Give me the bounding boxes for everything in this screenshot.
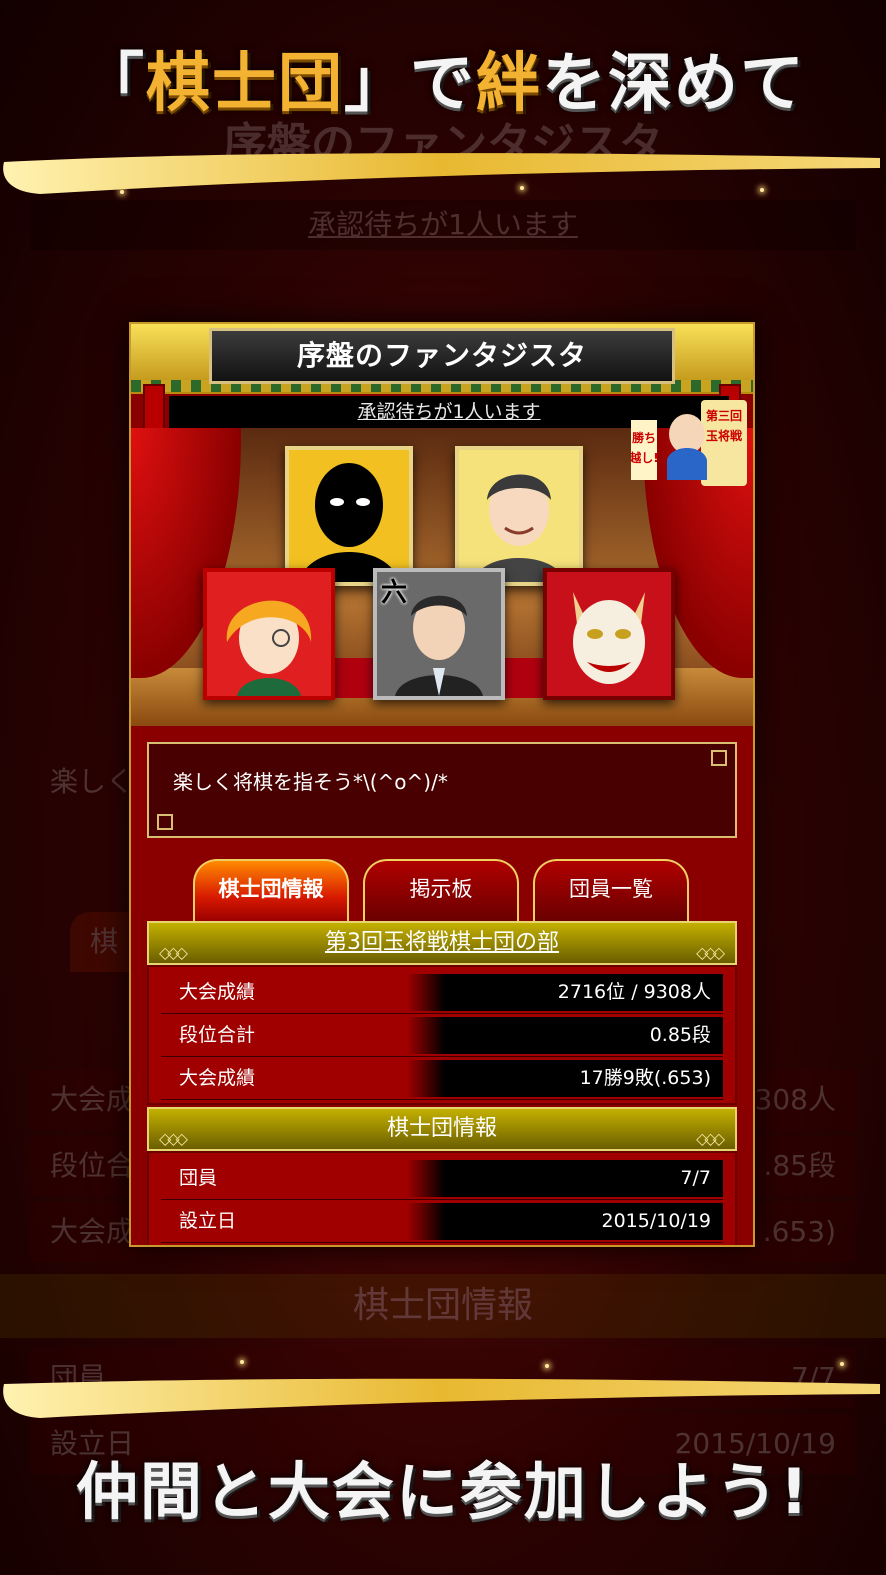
clan-name-title: 序盤のファンタジスタ: [209, 328, 675, 384]
promo-headline-top: 「棋士団」で絆を深めて: [80, 47, 806, 121]
svg-text:第三回: 第三回: [706, 408, 742, 423]
tournament-section-heading[interactable]: ◇◇◇ 第3回玉将戦棋士団の部 ◇◇◇: [147, 921, 737, 965]
sparkle: [840, 1362, 844, 1366]
stat-label: 大会成績: [179, 981, 256, 1003]
stat-value: 2716位 / 9308人: [557, 981, 711, 1003]
stat-value: 0.85段: [649, 1024, 711, 1046]
member-avatar-silhouette[interactable]: [285, 446, 413, 586]
info-stats: 団員 7/7 設立日 2015/10/19: [147, 1151, 737, 1245]
gold-brush-stroke-bottom: [3, 1378, 880, 1418]
svg-text:玉将戦: 玉将戦: [706, 428, 743, 443]
clan-motto: 楽しく将棋を指そう*\(^o^)/*: [147, 742, 737, 838]
silhouette-icon: [289, 450, 409, 582]
stat-label: 大会成績: [179, 1067, 256, 1089]
info-heading-text: 棋士団情報: [386, 1116, 497, 1141]
stat-row: 大会成績 2716位 / 9308人: [161, 971, 723, 1014]
stat-label: 設立日: [179, 1210, 237, 1232]
sparkle: [240, 1360, 244, 1364]
bg-section-heading: 棋士団情報: [0, 1274, 886, 1338]
stat-row: 設立日 2015/10/19: [161, 1200, 723, 1243]
corner-ornament: [711, 750, 727, 766]
member-avatar-blond-anime[interactable]: [203, 568, 335, 700]
info-section-heading: ◇◇◇ 棋士団情報 ◇◇◇: [147, 1107, 737, 1151]
anime-boy-icon: [207, 572, 331, 696]
sparkle: [760, 188, 764, 192]
member-avatar-man-smiling[interactable]: [455, 446, 583, 586]
svg-text:勝ち: 勝ち: [632, 430, 656, 445]
stat-value: 7/7: [680, 1167, 711, 1189]
stat-label: 団員: [179, 1167, 218, 1189]
stat-value: 2015/10/19: [601, 1210, 711, 1232]
gold-brush-stroke-top: [3, 153, 880, 194]
sparkle: [120, 190, 124, 194]
man-portrait-icon: [459, 450, 579, 582]
stat-value-bg: [407, 1160, 723, 1197]
tournament-winning-badge-icon: 第三回 玉将戦 勝ち 越し!: [631, 400, 747, 486]
member-avatar-rank-six[interactable]: 六: [373, 568, 505, 700]
tab-member-list[interactable]: 団員一覧: [533, 859, 689, 921]
hannya-mask-icon: [547, 572, 671, 696]
stat-label: 段位合計: [179, 1024, 256, 1046]
stat-row: 段位合計 0.85段: [161, 1014, 723, 1057]
corner-ornament: [157, 814, 173, 830]
stat-row: 団員 7/7: [161, 1157, 723, 1200]
clan-card: 序盤のファンタジスタ 承認待ちが1人います 六 第三回 玉将戦 勝ち 越し! 楽…: [129, 322, 755, 1247]
rank-mark: 六: [381, 578, 408, 608]
clan-motto-text: 楽しく将棋を指そう*\(^o^)/*: [173, 770, 448, 794]
member-avatar-hannya-mask[interactable]: [543, 568, 675, 700]
stat-row: 大会成績 17勝9敗(.653): [161, 1057, 723, 1100]
tab-bulletin-board[interactable]: 掲示板: [363, 859, 519, 921]
clan-tabs: 棋士団情報 掲示板 団員一覧: [193, 859, 693, 921]
tab-clan-info[interactable]: 棋士団情報: [193, 859, 349, 921]
roof-header: 序盤のファンタジスタ: [131, 324, 753, 394]
tournament-stats: 大会成績 2716位 / 9308人 段位合計 0.85段 大会成績 17勝9敗…: [147, 965, 737, 1105]
bg-pending-bar: 承認待ちが1人います: [30, 200, 856, 250]
sparkle: [545, 1364, 549, 1368]
tournament-heading-text: 第3回玉将戦棋士団の部: [325, 930, 559, 955]
promo-headline-bottom: 仲間と大会に参加しよう!: [75, 1455, 811, 1528]
stat-value: 17勝9敗(.653): [579, 1067, 711, 1089]
svg-text:越し!: 越し!: [631, 450, 659, 465]
sparkle: [520, 186, 524, 190]
